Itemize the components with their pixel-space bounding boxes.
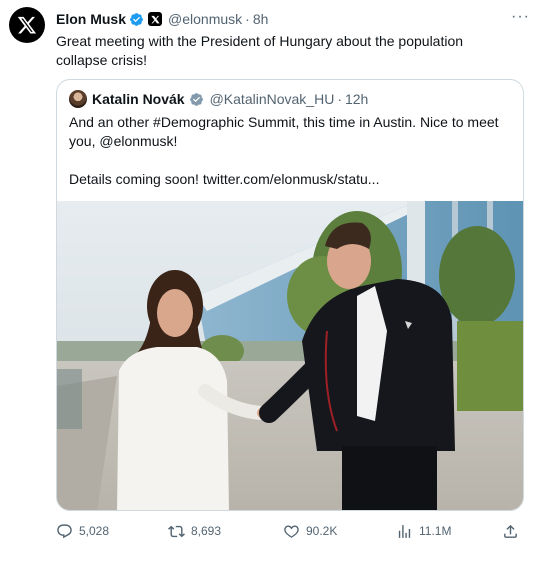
quoted-tweet[interactable]: Katalin Novák @KatalinNovak_HU · 12h And… bbox=[56, 79, 524, 511]
quote-author-name: Katalin Novák bbox=[92, 91, 185, 107]
more-icon[interactable]: ··· bbox=[511, 8, 530, 26]
timestamp[interactable]: 8h bbox=[253, 11, 269, 27]
reply-icon bbox=[57, 523, 72, 538]
separator-dot: · bbox=[337, 91, 342, 107]
like-button[interactable]: 90.2K bbox=[283, 520, 337, 542]
retweet-button[interactable]: 8,693 bbox=[168, 520, 221, 542]
action-bar: 5,028 8,693 90.2K 11.1M bbox=[56, 520, 524, 542]
quote-text-spacer bbox=[69, 151, 509, 170]
x-affiliate-badge-icon bbox=[148, 12, 163, 26]
retweet-icon bbox=[168, 525, 185, 537]
views-count: 11.1M bbox=[419, 524, 452, 538]
tweet-header: Elon Musk @elonmusk · 8h ··· bbox=[56, 8, 530, 28]
author-handle[interactable]: @elonmusk bbox=[168, 11, 242, 27]
verified-badge-icon bbox=[130, 12, 143, 26]
reply-count: 5,028 bbox=[79, 524, 110, 538]
verified-badge-icon bbox=[189, 92, 203, 106]
quote-header: Katalin Novák @KatalinNovak_HU · 12h bbox=[69, 90, 368, 108]
share-button[interactable] bbox=[502, 520, 525, 542]
quote-text-line: you, @elonmusk! bbox=[69, 133, 178, 149]
quote-text-line: Details coming soon! twitter.com/elonmus… bbox=[69, 171, 380, 187]
retweet-count: 8,693 bbox=[191, 524, 222, 538]
x-logo-icon[interactable] bbox=[9, 7, 45, 43]
like-count: 90.2K bbox=[306, 524, 338, 538]
quote-author-handle: @KatalinNovak_HU bbox=[209, 91, 335, 107]
separator-dot: · bbox=[245, 11, 250, 27]
like-icon bbox=[284, 524, 299, 538]
tweet-text: Great meeting with the President of Hung… bbox=[56, 33, 464, 68]
author-name[interactable]: Elon Musk bbox=[56, 11, 126, 27]
quote-timestamp: 12h bbox=[344, 91, 369, 107]
quote-text-line: And an other #Demographic Summit, this t… bbox=[69, 114, 499, 130]
views-button[interactable]: 11.1M bbox=[396, 520, 451, 542]
quote-photo[interactable] bbox=[57, 201, 524, 511]
quote-text: And an other #Demographic Summit, this t… bbox=[69, 113, 509, 189]
share-icon bbox=[504, 524, 517, 538]
tweet[interactable]: Elon Musk @elonmusk · 8h ··· Great meeti… bbox=[0, 0, 550, 565]
quote-avatar[interactable] bbox=[69, 90, 87, 108]
reply-button[interactable]: 5,028 bbox=[56, 520, 109, 542]
views-icon bbox=[398, 524, 411, 538]
